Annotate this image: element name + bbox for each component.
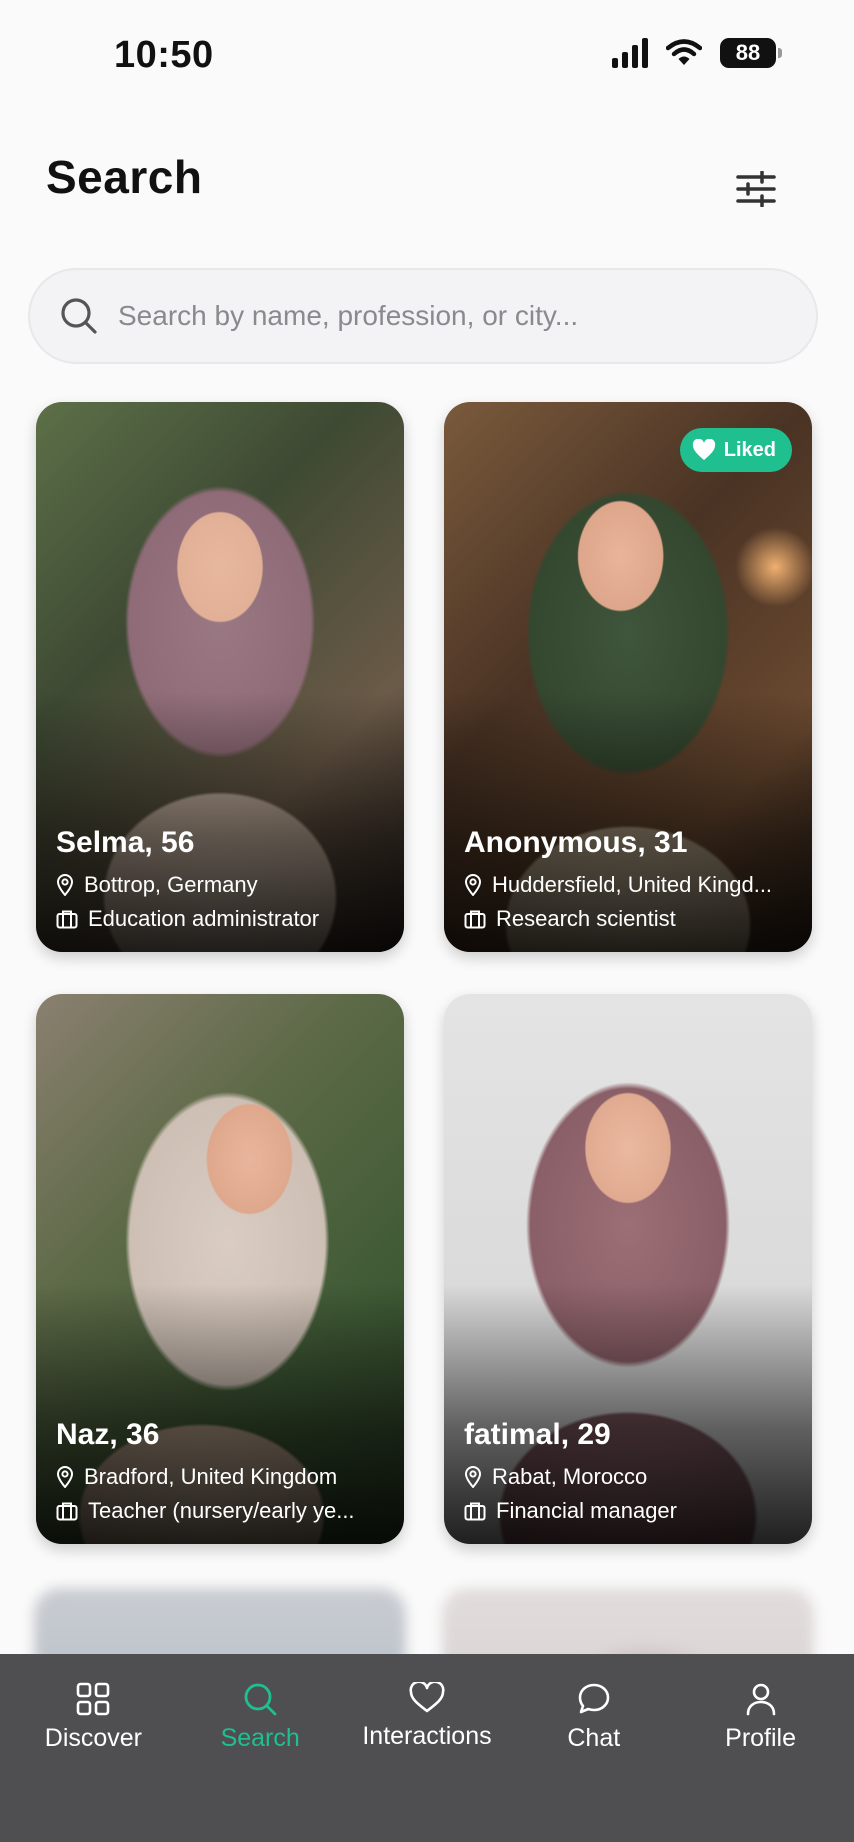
- search-input[interactable]: [118, 300, 758, 332]
- profile-name: Naz, 36: [56, 1418, 160, 1451]
- battery-indicator: 88: [720, 38, 782, 68]
- status-time: 10:50: [114, 34, 214, 76]
- profile-job: Research scientist: [464, 906, 794, 932]
- profile-job: Teacher (nursery/early ye...: [56, 1498, 386, 1524]
- search-icon: [244, 1683, 277, 1716]
- status-bar: 10:50 88: [0, 0, 854, 110]
- briefcase-icon: [56, 910, 78, 929]
- briefcase-icon: [464, 1502, 486, 1521]
- card-info: fatimal, 29 Rabat, Morocco Financial man…: [464, 1418, 794, 1524]
- profile-name: fatimal, 29: [464, 1418, 611, 1451]
- profile-card[interactable]: Liked Anonymous, 31 Huddersfield, United…: [444, 402, 812, 952]
- bottom-nav: Discover Search Interactions Chat Profil…: [0, 1654, 854, 1842]
- nav-interactions[interactable]: Interactions: [347, 1682, 507, 1842]
- profile-name: Selma, 56: [56, 826, 195, 859]
- card-info: Selma, 56 Bottrop, Germany Education adm…: [56, 826, 386, 932]
- sliders-icon: [736, 171, 776, 207]
- profile-job: Financial manager: [464, 1498, 794, 1524]
- search-bar[interactable]: [28, 268, 818, 364]
- page-title: Search: [46, 151, 203, 203]
- profile-location: Rabat, Morocco: [464, 1464, 794, 1490]
- nav-discover[interactable]: Discover: [13, 1682, 173, 1842]
- briefcase-icon: [464, 910, 486, 929]
- search-icon: [61, 298, 97, 334]
- liked-badge: Liked: [679, 428, 792, 472]
- nav-profile[interactable]: Profile: [681, 1682, 841, 1842]
- location-pin-icon: [464, 1466, 482, 1488]
- nav-chat[interactable]: Chat: [514, 1682, 674, 1842]
- person-icon: [746, 1683, 775, 1716]
- grid-icon: [77, 1682, 110, 1716]
- profile-location: Bradford, United Kingdom: [56, 1464, 386, 1490]
- profile-location: Huddersfield, United Kingd...: [464, 872, 794, 898]
- filter-button[interactable]: [730, 166, 782, 212]
- heart-filled-icon: [692, 439, 715, 460]
- card-info: Anonymous, 31 Huddersfield, United Kingd…: [464, 826, 794, 932]
- profile-location: Bottrop, Germany: [56, 872, 386, 898]
- card-info: Naz, 36 Bradford, United Kingdom Teacher…: [56, 1418, 386, 1524]
- heart-icon: [409, 1682, 445, 1713]
- location-pin-icon: [56, 1466, 74, 1488]
- profile-card[interactable]: Naz, 36 Bradford, United Kingdom Teacher…: [36, 994, 404, 1544]
- location-pin-icon: [464, 874, 482, 896]
- profile-card[interactable]: Selma, 56 Bottrop, Germany Education adm…: [36, 402, 404, 952]
- location-pin-icon: [56, 874, 74, 896]
- wifi-icon: [666, 39, 702, 65]
- status-icons: 88: [612, 38, 782, 68]
- chat-bubble-icon: [578, 1683, 610, 1714]
- profile-card[interactable]: fatimal, 29 Rabat, Morocco Financial man…: [444, 994, 812, 1544]
- cellular-signal-icon: [612, 38, 648, 68]
- profile-name: Anonymous, 31: [464, 826, 688, 859]
- nav-search[interactable]: Search: [180, 1682, 340, 1842]
- profile-job: Education administrator: [56, 906, 386, 932]
- briefcase-icon: [56, 1502, 78, 1521]
